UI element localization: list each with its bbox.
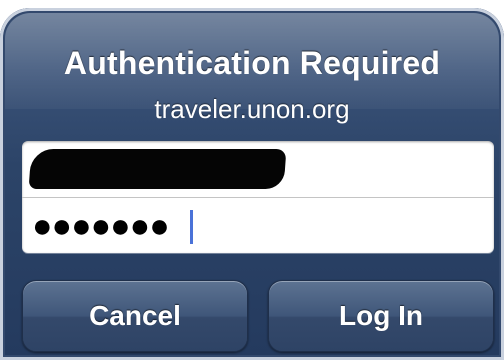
text-caret — [190, 210, 193, 244]
dialog-host: traveler.unon.org — [154, 94, 350, 124]
redacted-username — [28, 149, 287, 189]
password-dots: ●●●●●●● — [32, 207, 170, 245]
cancel-button[interactable]: Cancel — [22, 280, 248, 352]
credentials-form: ●●●●●●● — [22, 141, 494, 253]
username-field[interactable] — [22, 141, 494, 196]
log-in-button[interactable]: Log In — [268, 280, 494, 352]
dialog-title: Authentication Required — [63, 45, 441, 81]
password-field[interactable]: ●●●●●●● — [22, 197, 494, 253]
authentication-alert-dialog: Authentication Required traveler.unon.or… — [0, 8, 504, 360]
